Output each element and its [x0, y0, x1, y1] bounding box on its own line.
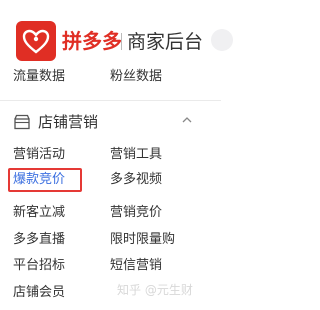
menu-item-duoduo-live[interactable]: 多多直播 [13, 232, 65, 248]
shop-icon [14, 114, 30, 130]
collapse-toggle-button[interactable] [211, 29, 233, 51]
menu-item-marketing-bidding[interactable]: 营销竞价 [110, 205, 162, 221]
divider [0, 100, 221, 101]
brand-divider [121, 33, 122, 50]
chevron-up-icon[interactable] [180, 113, 194, 127]
pinduoduo-logo-icon[interactable] [16, 21, 56, 61]
app-header: 拼多多 商家后台 [0, 0, 233, 61]
menu-item-marketing-tools[interactable]: 营销工具 [110, 147, 162, 163]
watermark: 知乎 @元生财 [117, 283, 193, 297]
menu-item-fans-data[interactable]: 粉丝数据 [110, 69, 162, 85]
menu-item-store-membership[interactable]: 店铺会员 [13, 285, 65, 301]
brand-name: 拼多多 [62, 29, 122, 53]
menu-item-sms-marketing[interactable]: 短信营销 [110, 258, 162, 274]
menu-item-traffic-data[interactable]: 流量数据 [13, 69, 65, 85]
menu-item-duoduo-video[interactable]: 多多视频 [110, 172, 162, 188]
menu-item-marketing-activity[interactable]: 营销活动 [13, 147, 65, 163]
brand-subtitle: 商家后台 [127, 31, 204, 53]
section-title: 店铺营销 [38, 113, 99, 131]
menu-item-new-customer-discount[interactable]: 新客立减 [13, 205, 65, 221]
menu-item-platform-bidding[interactable]: 平台招标 [13, 258, 65, 274]
menu-item-hot-bidding[interactable]: 爆款竞价 [13, 172, 65, 188]
menu-item-limited-time-purchase[interactable]: 限时限量购 [110, 232, 175, 248]
